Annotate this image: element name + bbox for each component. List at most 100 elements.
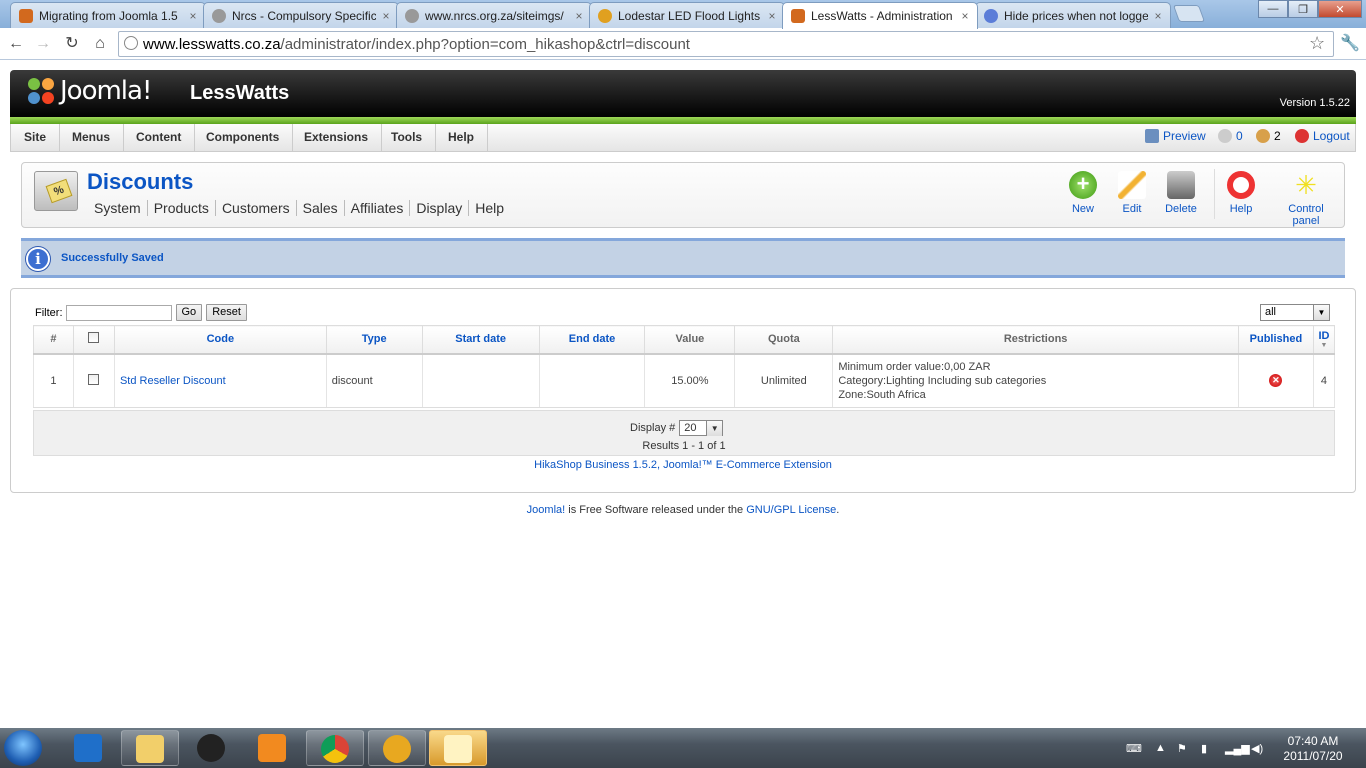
help-button[interactable]: Help [1211, 171, 1271, 215]
filter-input[interactable] [65, 304, 172, 321]
col-id[interactable]: ID ▼ [1312, 325, 1336, 355]
display-limit-select[interactable]: 20 ▼ [679, 420, 724, 436]
menu-content[interactable]: Content [123, 124, 196, 151]
home-icon[interactable]: ⌂ [90, 34, 110, 54]
browser-tab-3[interactable]: www.nrcs.org.za/siteimgs/ × [396, 2, 592, 28]
window-controls: — ❐ ✕ [1258, 0, 1362, 18]
taskbar-explorer[interactable] [121, 730, 179, 766]
close-tab-icon[interactable]: × [380, 9, 392, 23]
submenu-affiliates[interactable]: Affiliates [345, 200, 411, 216]
version-label: Version 1.5.22 [1279, 97, 1350, 109]
submenu-display[interactable]: Display [410, 200, 470, 216]
pagination: Display # 20 ▼ Results 1 - 1 of 1 [33, 410, 1335, 456]
logout-label: Logout [1313, 129, 1350, 143]
col-start-date[interactable]: Start date [421, 325, 540, 355]
tray-expand-icon[interactable]: ▲ [1155, 742, 1169, 754]
url-path: /administrator/index.php?option=com_hika… [280, 35, 690, 53]
volume-icon[interactable]: ◀) [1251, 742, 1265, 755]
users-online: 2 [1256, 129, 1281, 143]
keyboard-icon[interactable]: ⌨ [1126, 742, 1142, 755]
joomla-logo: Joomla! [26, 76, 152, 106]
taskbar-app-1[interactable] [60, 730, 118, 766]
messages-count: 0 [1236, 129, 1243, 143]
start-button[interactable] [4, 730, 42, 766]
browser-tab-4[interactable]: Lodestar LED Flood Lights × [589, 2, 785, 28]
close-tab-icon[interactable]: × [766, 9, 778, 23]
menu-components[interactable]: Components [193, 124, 294, 151]
results-count: Results 1 - 1 of 1 [642, 440, 726, 452]
menu-help[interactable]: Help [435, 124, 489, 151]
logout-link[interactable]: Logout [1295, 129, 1350, 143]
close-tab-icon[interactable]: × [573, 9, 585, 23]
discount-code-link[interactable]: Std Reseller Discount [120, 375, 226, 387]
browser-tab-1[interactable]: Migrating from Joomla 1.5 × [10, 2, 206, 28]
browser-tab-6[interactable]: Hide prices when not logge × [975, 2, 1171, 28]
menu-site[interactable]: Site [11, 124, 61, 151]
browser-tab-2[interactable]: Nrcs - Compulsory Specific × [203, 2, 399, 28]
address-bar[interactable]: www.lesswatts.co.za/administrator/index.… [118, 31, 1334, 57]
col-published[interactable]: Published [1237, 325, 1314, 355]
mail-icon [444, 735, 472, 763]
minimize-icon[interactable]: — [1258, 0, 1288, 18]
submenu-customers[interactable]: Customers [216, 200, 297, 216]
sparkle-icon: ✳ [1295, 170, 1317, 200]
filter-bar: Filter: Go Reset [35, 304, 251, 321]
joomla-mark-icon [26, 76, 56, 106]
globe-icon [212, 8, 226, 23]
system-clock[interactable]: 07:40 AM 2011/07/20 [1270, 734, 1356, 764]
bookmark-star-icon[interactable]: ☆ [1309, 33, 1325, 54]
submenu-products[interactable]: Products [148, 200, 216, 216]
messages-link[interactable]: 0 [1218, 129, 1243, 143]
new-tab-button[interactable] [1172, 5, 1206, 22]
unpublished-icon[interactable]: ✕ [1269, 374, 1283, 388]
back-arrow-icon[interactable]: ← [6, 34, 26, 54]
submenu-help[interactable]: Help [469, 200, 510, 216]
taskbar-app-6[interactable] [368, 730, 426, 766]
forward-arrow-icon[interactable]: → [33, 34, 53, 54]
delete-button[interactable]: Delete [1151, 171, 1211, 215]
license-link[interactable]: GNU/GPL License [746, 504, 836, 516]
page-toolbox: % Discounts System Products Customers Sa… [21, 162, 1345, 228]
close-tab-icon[interactable]: × [959, 9, 971, 23]
close-window-icon[interactable]: ✕ [1318, 0, 1362, 18]
close-tab-icon[interactable]: × [187, 9, 199, 23]
joomla-link[interactable]: Joomla! [527, 504, 566, 516]
taskbar-outlook[interactable] [429, 730, 487, 766]
preview-link[interactable]: Preview [1145, 129, 1206, 143]
close-tab-icon[interactable]: × [1152, 9, 1164, 23]
action-center-flag-icon[interactable]: ⚑ [1177, 742, 1191, 755]
menu-extensions[interactable]: Extensions [291, 124, 383, 151]
row-checkbox[interactable] [88, 373, 100, 385]
col-end-date[interactable]: End date [538, 325, 646, 355]
footer-text: is Free Software released under the [565, 504, 747, 516]
publish-filter-select[interactable]: all ▼ [1260, 304, 1330, 321]
hikashop-credits-link[interactable]: HikaShop Business 1.5.2, Joomla!™ E-Comm… [11, 459, 1355, 471]
maximize-icon[interactable]: ❐ [1288, 0, 1318, 18]
reset-button[interactable]: Reset [206, 304, 247, 321]
go-button[interactable]: Go [175, 304, 203, 321]
preview-label: Preview [1163, 129, 1206, 143]
chevron-down-icon: ▼ [706, 421, 723, 436]
checkmark-app-icon [74, 734, 102, 762]
submenu-system[interactable]: System [88, 200, 148, 216]
submenu-sales[interactable]: Sales [297, 200, 345, 216]
taskbar-chrome[interactable] [306, 730, 364, 766]
menu-tools[interactable]: Tools [378, 124, 437, 151]
url-host: www.lesswatts.co.za [143, 35, 281, 53]
browser-tab-5[interactable]: LessWatts - Administration × [782, 2, 978, 29]
check-all-checkbox[interactable] [88, 332, 100, 344]
control-panel-button[interactable]: ✳ Control panel [1274, 171, 1338, 227]
col-type[interactable]: Type [325, 325, 423, 355]
menu-menus[interactable]: Menus [59, 124, 125, 151]
taskbar-hp[interactable] [183, 730, 241, 766]
row-restrictions: Minimum order value:0,00 ZAR Category:Li… [832, 353, 1239, 408]
power-icon[interactable]: ▮ [1201, 742, 1215, 755]
network-signal-icon[interactable]: ▂▄▆ [1225, 742, 1250, 755]
col-code[interactable]: Code [113, 325, 327, 355]
wrench-icon[interactable]: 🔧 [1340, 33, 1360, 53]
display-limit: Display # 20 ▼ [630, 420, 724, 436]
reload-icon[interactable]: ↻ [62, 34, 82, 54]
windows-taskbar: ⌨ ▲ ⚑ ▮ ▂▄▆ ◀) 07:40 AM 2011/07/20 [0, 728, 1366, 768]
taskbar-media[interactable] [244, 730, 302, 766]
discount-list-panel: Filter: Go Reset all ▼ # Code Type Start… [10, 288, 1356, 493]
